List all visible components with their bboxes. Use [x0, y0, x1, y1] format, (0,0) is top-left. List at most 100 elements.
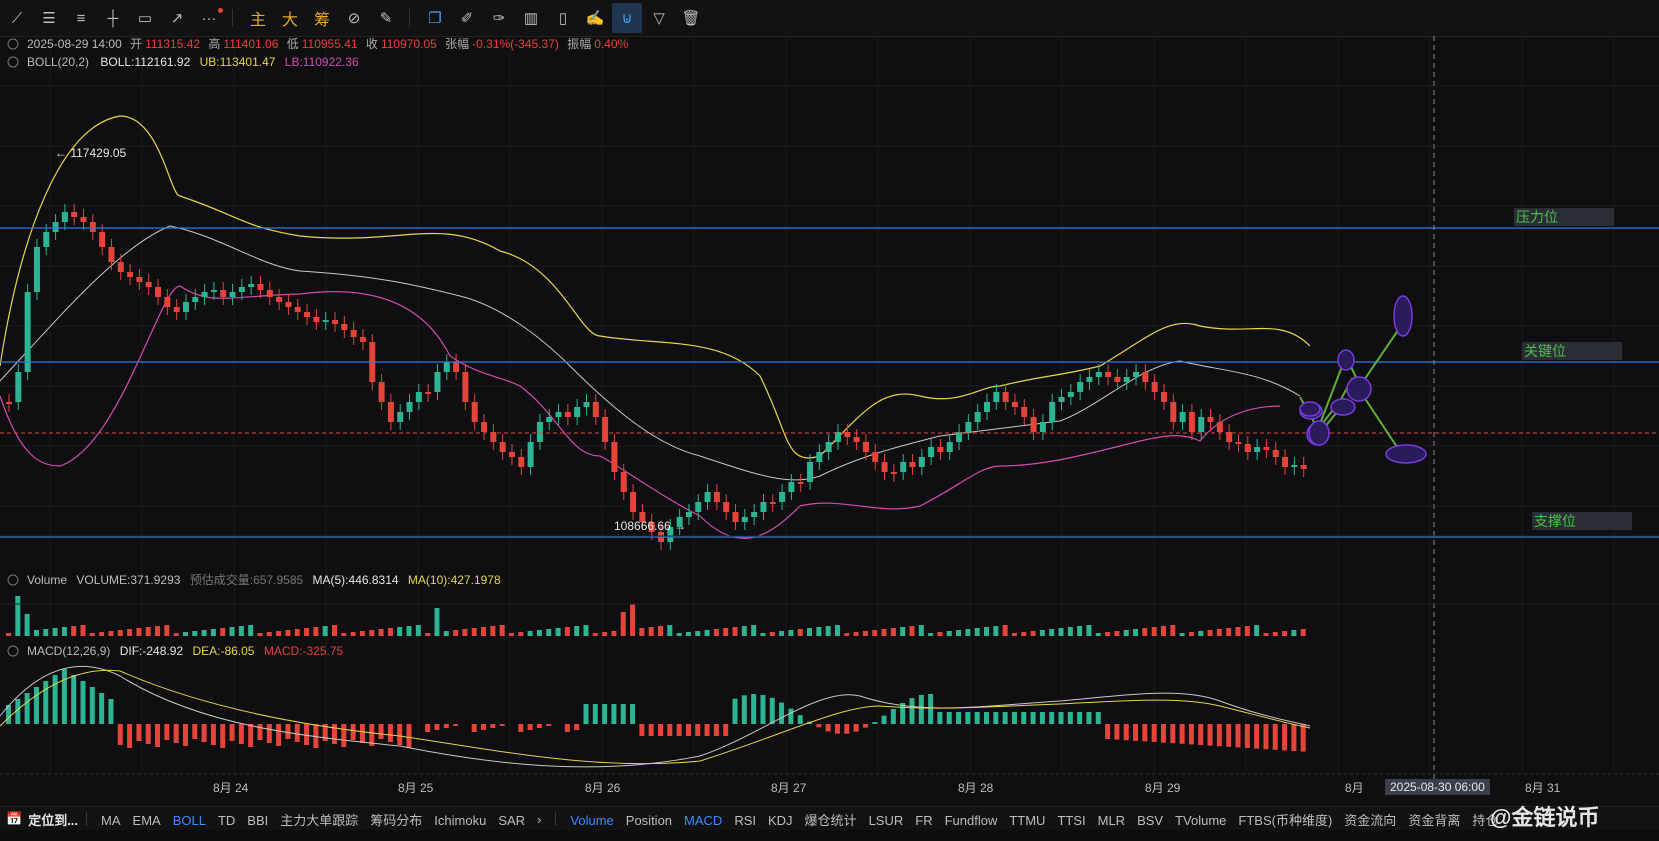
magnet-icon[interactable]: ⊍	[612, 3, 642, 33]
sub-indicator-item[interactable]: 资金背离	[1408, 813, 1460, 828]
sub-indicator-item[interactable]: Position	[626, 813, 672, 828]
sub-indicator-item[interactable]: TVolume	[1175, 813, 1226, 828]
boll-lb: LB:110922.36	[285, 55, 359, 69]
trend-line-icon[interactable]: ⟋	[2, 3, 32, 33]
close-value: 110970.05	[381, 37, 437, 51]
calc-icon[interactable]: ⊘	[339, 3, 369, 33]
volume-value: VOLUME:371.9293	[76, 573, 180, 587]
sub-indicator-item[interactable]: 爆仓统计	[805, 813, 857, 828]
resistance-label: 压力位	[1516, 209, 1558, 225]
chips-button[interactable]: 筹	[307, 3, 337, 33]
ray-icon[interactable]: ↗	[162, 3, 192, 33]
filter-icon[interactable]: ▽	[644, 3, 674, 33]
boll-ub: UB:113401.47	[200, 55, 276, 69]
open-value: 111315.42	[145, 37, 200, 51]
sub-indicator-item[interactable]: MLR	[1098, 813, 1125, 828]
low-price-label: 108666.66 →	[614, 519, 686, 533]
main-indicator-td[interactable]: TD	[218, 813, 235, 828]
sub-indicator-item[interactable]: FR	[915, 813, 932, 828]
sub-indicator-item[interactable]: Fundflow	[945, 813, 998, 828]
locate-button[interactable]: 📅 定位到...	[6, 810, 78, 829]
x-axis-label: 8月 26	[585, 781, 621, 795]
note-icon[interactable]: ✍	[580, 3, 610, 33]
amplitude-value: 0.40%	[594, 37, 628, 51]
sub-indicator-item[interactable]: BSV	[1137, 813, 1163, 828]
x-axis-label: 8月	[1345, 781, 1364, 795]
rectangle-icon[interactable]: ▭	[130, 3, 160, 33]
main-indicator-ma[interactable]: MA	[101, 813, 121, 828]
sub-indicator-item[interactable]: LSUR	[869, 813, 904, 828]
low-value: 110955.41	[302, 37, 358, 51]
svg-text:MACD(12,26,9) DIF:-248.9: MACD(12,26,9) DIF:-248.92 DEA:-86.05 MAC…	[27, 644, 344, 658]
main-indicator-筹码分布[interactable]: 筹码分布	[370, 813, 422, 828]
boll-mid: BOLL:112161.92	[100, 55, 190, 69]
sub-indicator-item[interactable]: KDJ	[768, 813, 793, 828]
sub-indicator-item[interactable]: 资金流向	[1344, 813, 1396, 828]
candle-datetime: 2025-08-29 14:00	[27, 37, 122, 51]
x-axis-label: 8月 29	[1145, 781, 1181, 795]
dif-line	[0, 665, 1311, 768]
volume-name: Volume	[27, 573, 67, 587]
macd-histogram	[0, 665, 1311, 768]
high-price-label: ← 117429.05	[55, 146, 127, 160]
macd-value: MACD:-325.75	[264, 644, 344, 658]
edit-tools-icon[interactable]: ✎	[371, 3, 401, 33]
more-icon[interactable]: ···	[194, 3, 224, 33]
change-value: -0.31%(-345.37)	[472, 37, 559, 51]
collapse-icon[interactable]	[7, 574, 19, 586]
boll-lower-band	[0, 285, 1281, 539]
scenario-drawing[interactable]	[1299, 295, 1427, 464]
sub-indicator-item[interactable]: FTBS(币种维度)	[1238, 813, 1332, 828]
delete-icon[interactable]: 🗑	[676, 3, 706, 33]
collapse-icon[interactable]	[7, 645, 19, 657]
main-indicator-ema[interactable]: EMA	[133, 813, 161, 828]
high-value: 111401.06	[223, 37, 278, 51]
macd-dif: DIF:-248.92	[120, 644, 184, 658]
measure-icon[interactable]: ✐	[452, 3, 482, 33]
volume-ma5: MA(5):446.8314	[313, 573, 399, 587]
watermark: @金链说币	[1490, 805, 1600, 830]
clipboard-icon[interactable]: ▯	[548, 3, 578, 33]
main-indicator-sar[interactable]: SAR	[498, 813, 525, 828]
svg-text:Volume VOLUME:371.9293: Volume VOLUME:371.9293 预估成交量:657.9585 MA…	[27, 572, 501, 587]
main-indicator-ichimoku[interactable]: Ichimoku	[434, 813, 486, 828]
svg-text:BOLL(20,2) BOLL:112161.9: BOLL(20,2) BOLL:112161.92 UB:113401.47 L…	[27, 55, 359, 69]
sub-indicator-item[interactable]: MACD	[684, 813, 722, 828]
sub-indicator-item[interactable]: Volume	[570, 813, 613, 828]
cross-line-icon[interactable]: ┼	[98, 3, 128, 33]
dea-line	[0, 669, 1311, 765]
svg-text:2025-08-29 14:00 开111315: 2025-08-29 14:00 开 111315.42 高 111401.06 低…	[27, 36, 629, 51]
key-label: 关键位	[1524, 343, 1566, 359]
macd-dea: DEA:-86.05	[192, 644, 254, 658]
copy-icon[interactable]: ❐	[420, 3, 450, 33]
hide-drawings-icon[interactable]: ✑	[484, 3, 514, 33]
sub-indicator-item[interactable]: TTMU	[1009, 813, 1045, 828]
boll-name: BOLL(20,2)	[27, 55, 89, 69]
x-axis-label: 8月 24	[213, 781, 249, 795]
big-order-button[interactable]: 大	[275, 3, 305, 33]
x-axis-label: 8月 27	[771, 781, 807, 795]
indicator-bar: 📅 定位到... MA EMA BOLL TD BBI 主力大单跟踪 筹码分布 Ichimoku…	[0, 806, 1659, 831]
drawing-toolbar: ⟋ ☰ ≡ ┼ ▭ ↗ ··· 主 大 筹 ⊘ ✎ ❐ ✐ ✑ ▥ ▯ ✍ ⊍ …	[0, 0, 1659, 37]
main-indicator-bbi[interactable]: BBI	[247, 813, 268, 828]
sub-indicator-item[interactable]: RSI	[734, 813, 756, 828]
collapse-icon[interactable]	[7, 38, 19, 50]
collapse-icon[interactable]	[7, 56, 19, 68]
indicator-compare-icon[interactable]: ▥	[516, 3, 546, 33]
volume-est: 预估成交量:657.9585	[190, 572, 304, 587]
horizontal-lines-icon[interactable]: ☰	[34, 3, 64, 33]
x-axis-label: 8月 28	[958, 781, 994, 795]
volume-ma10: MA(10):427.1978	[408, 573, 501, 587]
main-force-button[interactable]: 主	[243, 3, 273, 33]
volume-bars	[6, 596, 1306, 636]
main-indicator-boll[interactable]: BOLL	[173, 813, 206, 828]
macd-name: MACD(12,26,9)	[27, 644, 110, 658]
support-label: 支撑位	[1534, 513, 1576, 529]
main-indicator-主力大单跟踪[interactable]: 主力大单跟踪	[280, 813, 358, 828]
parallel-lines-icon[interactable]: ≡	[66, 3, 96, 33]
candlestick-series	[6, 204, 1307, 550]
price-chart[interactable]: 2025-08-29 14:00 开 111315.42 高 111401.06 低…	[0, 36, 1659, 806]
more-indicators-arrow-icon[interactable]: ›	[537, 812, 541, 827]
crosshair-time-label: 2025-08-30 06:00	[1385, 779, 1490, 795]
sub-indicator-item[interactable]: TTSI	[1057, 813, 1085, 828]
